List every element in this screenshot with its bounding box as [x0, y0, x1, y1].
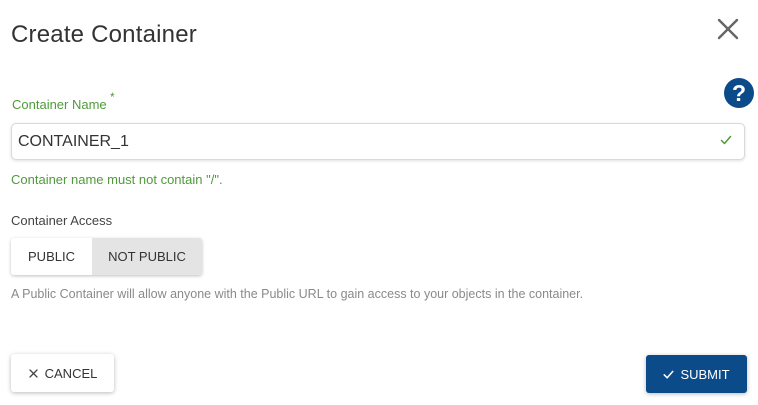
cancel-label: CANCEL	[44, 365, 98, 381]
submit-button[interactable]: SUBMIT	[646, 355, 747, 393]
container-access-toggle: PUBLIC NOT PUBLIC	[11, 238, 202, 275]
submit-label: SUBMIT	[680, 366, 730, 382]
create-container-dialog: Create Container ? Container Name * Cont…	[0, 0, 758, 405]
public-option-button[interactable]: PUBLIC	[11, 238, 92, 275]
close-button[interactable]	[716, 17, 740, 41]
container-access-label: Container Access	[11, 213, 113, 228]
dialog-title: Create Container	[11, 21, 197, 48]
check-icon	[720, 135, 732, 145]
container-name-field	[11, 123, 745, 160]
close-icon	[717, 18, 739, 40]
cancel-button[interactable]: CANCEL	[11, 354, 114, 392]
x-icon	[28, 368, 38, 378]
container-name-label-text: Container Name	[12, 97, 107, 112]
question-circle-icon: ?	[731, 80, 747, 106]
container-name-help-text: Container name must not contain "/".	[11, 172, 223, 187]
help-button[interactable]: ?	[724, 78, 754, 108]
container-name-label: Container Name *	[12, 90, 115, 112]
container-name-input[interactable]	[18, 126, 698, 157]
container-access-description: A Public Container will allow anyone wit…	[11, 287, 584, 301]
required-marker: *	[109, 90, 115, 104]
check-icon	[663, 370, 674, 379]
not-public-option-button[interactable]: NOT PUBLIC	[92, 238, 202, 275]
